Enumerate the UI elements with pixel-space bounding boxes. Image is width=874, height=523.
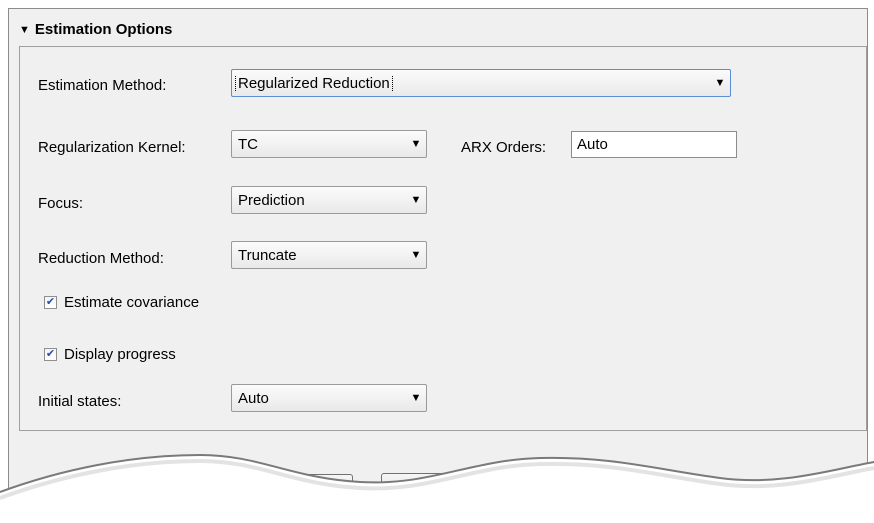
torn-edge-graphic xyxy=(0,453,874,523)
